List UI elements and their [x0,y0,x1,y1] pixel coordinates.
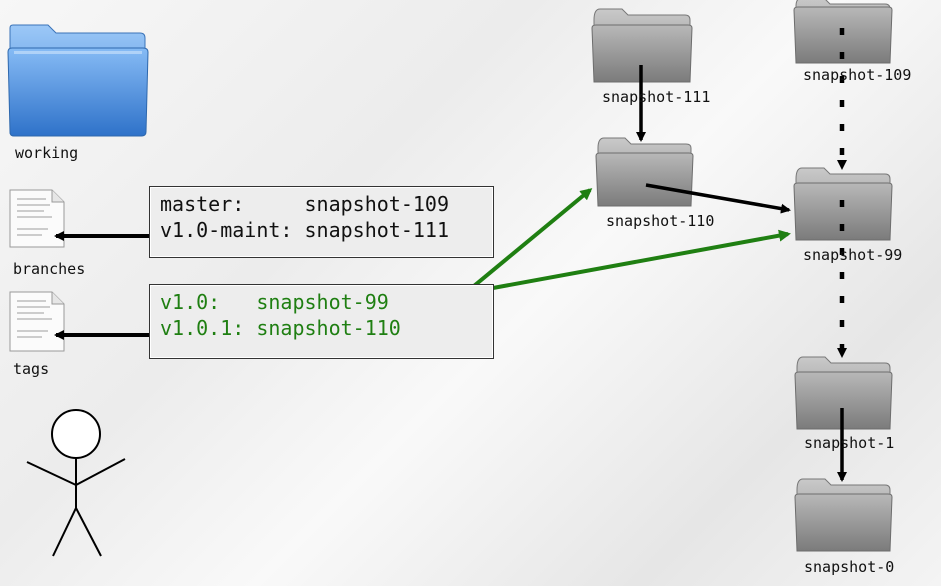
snapshot-0-folder-icon [794,478,893,552]
snapshot-111-label: snapshot-111 [602,88,711,106]
branches-document-icon [9,189,65,248]
tags-label: tags [13,360,50,378]
branch-row: master: snapshot-109 [160,191,493,217]
tags-document-icon [9,291,65,352]
tag-row: v1.0.1: snapshot-110 [160,315,493,341]
tag-name: v1.0: [160,290,257,314]
tags-box: v1.0: snapshot-99 v1.0.1: snapshot-110 [149,284,494,359]
snapshot-99-label: snapshot-99 [803,246,903,264]
snapshot-109-label: snapshot-109 [803,66,912,84]
tag-snapshot: snapshot-110 [256,316,401,340]
tag-snapshot: snapshot-99 [256,290,389,314]
working-folder-icon [7,24,149,137]
branches-label: branches [13,260,86,278]
tag-row: v1.0: snapshot-99 [160,289,493,315]
tag-name: v1.0.1: [160,316,257,340]
branches-box: master: snapshot-109 v1.0-maint: snapsho… [149,186,494,258]
snapshot-0-label: snapshot-0 [804,558,895,576]
snapshot-1-label: snapshot-1 [804,434,895,452]
branch-snapshot: snapshot-111 [304,218,450,242]
snapshot-110-label: snapshot-110 [606,212,715,230]
stick-figure-icon [26,409,126,557]
branch-name: master: [160,192,305,216]
branch-snapshot: snapshot-109 [304,192,450,216]
working-label: working [15,144,79,162]
branch-row: v1.0-maint: snapshot-111 [160,217,493,243]
snapshot-110-folder-icon [595,137,694,207]
branch-name: v1.0-maint: [160,218,305,242]
